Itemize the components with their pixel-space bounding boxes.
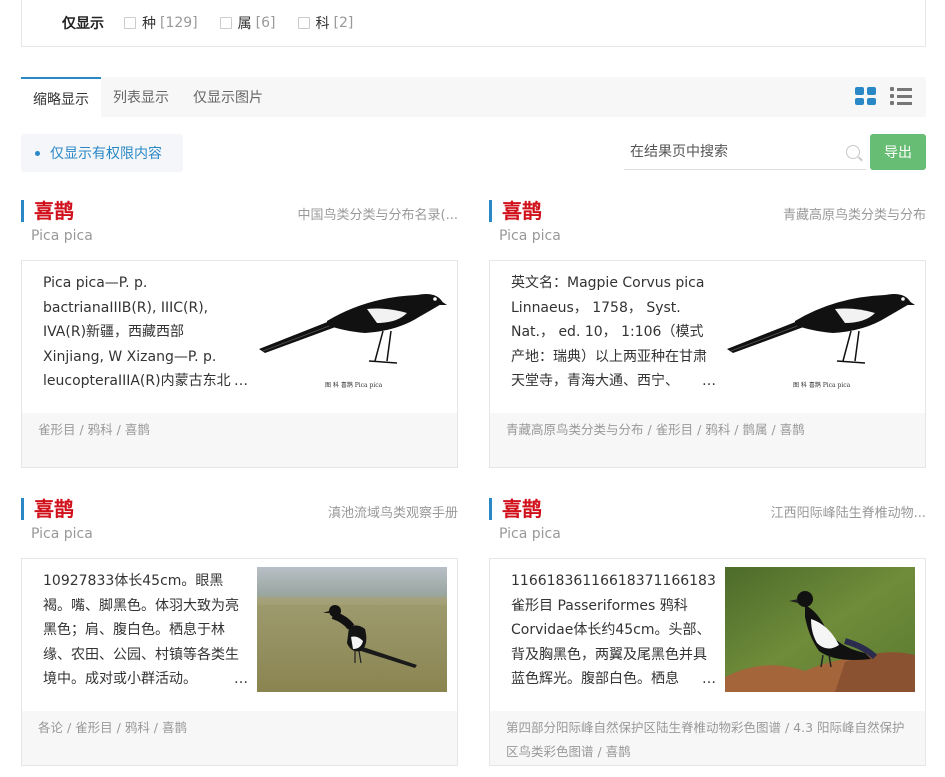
magpie-photo[interactable] [725,567,915,692]
result-card: 喜鹊 Pica pica 青藏高原鸟类分类与分布 英文名：Magpie Corv… [489,200,926,468]
filter-option-species[interactable]: 种 [129] [124,13,198,33]
export-button[interactable]: 导出 [870,134,926,170]
tab-thumbnail[interactable]: 缩略显示 [21,77,101,117]
card-latin-name: Pica pica [499,526,561,542]
card-source[interactable]: 中国鸟类分类与分布名录(... [298,204,458,223]
magpie-illustration[interactable]: 图 科 喜鹊 Pica pica [257,269,447,394]
checkbox[interactable] [124,17,136,29]
card-source[interactable]: 滇池流域鸟类观察手册 [328,502,458,521]
image-caption: 图 科 喜鹊 Pica pica [325,381,383,389]
card-breadcrumb[interactable]: 各论 / 雀形目 / 鸦科 / 喜鹊 [22,711,457,765]
filter-option-count: [2] [333,15,354,31]
filter-bar: 仅显示 种 [129] 属 [6] 科 [2] [21,0,926,47]
card-title[interactable]: 喜鹊 [489,498,542,520]
filter-option-count: [129] [160,15,198,31]
card-title[interactable]: 喜鹊 [489,200,542,222]
list-view-icon[interactable] [890,87,912,105]
permission-filter-label: 仅显示有权限内容 [50,146,162,162]
card-title[interactable]: 喜鹊 [21,200,74,222]
result-card: 喜鹊 Pica pica 江西阳际峰陆生脊椎动物... 116618361166… [489,498,926,766]
filter-option-family[interactable]: 科 [2] [297,13,354,33]
card-source[interactable]: 青藏高原鸟类分类与分布 [783,204,926,223]
card-title[interactable]: 喜鹊 [21,498,74,520]
image-caption: 图 科 喜鹊 Pica pica [793,381,851,389]
search-input[interactable] [624,136,834,167]
tab-images-only[interactable]: 仅显示图片 [181,77,275,117]
card-latin-name: Pica pica [31,228,93,244]
card-description: Pica pica—P. p. bactrianaIIIB(R), IIIC(R… [43,271,248,393]
card-description: 英文名：Magpie Corvus pica Linnaeus， 1758， S… [511,271,716,393]
magpie-illustration[interactable]: 图 科 喜鹊 Pica pica [725,269,915,394]
filter-option-count: [6] [255,15,276,31]
filter-option-label: 科 [315,16,330,32]
checkbox[interactable] [297,17,310,29]
view-toggle [855,87,912,105]
result-card: 喜鹊 Pica pica 中国鸟类分类与分布名录(... Pica pica—P… [21,200,458,468]
filter-title: 仅显示 [62,16,104,32]
card-latin-name: Pica pica [31,526,93,542]
view-tabs: 缩略显示 列表显示 仅显示图片 [21,77,926,117]
card-description: 116618361166183711661838雀形目 Passeriforme… [511,569,716,691]
card-breadcrumb[interactable]: 雀形目 / 鸦科 / 喜鹊 [22,413,457,467]
grid-view-icon[interactable] [855,87,876,105]
search-box [624,134,866,170]
filter-option-genus[interactable]: 属 [6] [219,13,276,33]
bullet-icon [35,150,40,156]
filter-option-label: 属 [237,16,252,32]
card-breadcrumb[interactable]: 青藏高原鸟类分类与分布 / 雀形目 / 鸦科 / 鹊属 / 喜鹊 [490,413,925,467]
checkbox[interactable] [219,17,232,29]
search-icon[interactable] [846,145,860,159]
card-source[interactable]: 江西阳际峰陆生脊椎动物... [771,502,926,521]
card-breadcrumb[interactable]: 第四部分阳际峰自然保护区陆生脊椎动物彩色图谱 / 4.3 阳际峰自然保护区鸟类彩… [490,711,925,765]
tab-list[interactable]: 列表显示 [101,77,181,117]
card-description: 10927833体长45cm。眼黑褐。嘴、脚黑色。体羽大致为亮黑色；肩、腹白色。… [43,569,248,691]
filter-option-label: 种 [142,16,156,32]
card-latin-name: Pica pica [499,228,561,244]
magpie-photo[interactable] [257,567,447,692]
permission-filter-button[interactable]: 仅显示有权限内容 [21,134,183,172]
result-card: 喜鹊 Pica pica 滇池流域鸟类观察手册 10927833体长45cm。眼… [21,498,458,766]
